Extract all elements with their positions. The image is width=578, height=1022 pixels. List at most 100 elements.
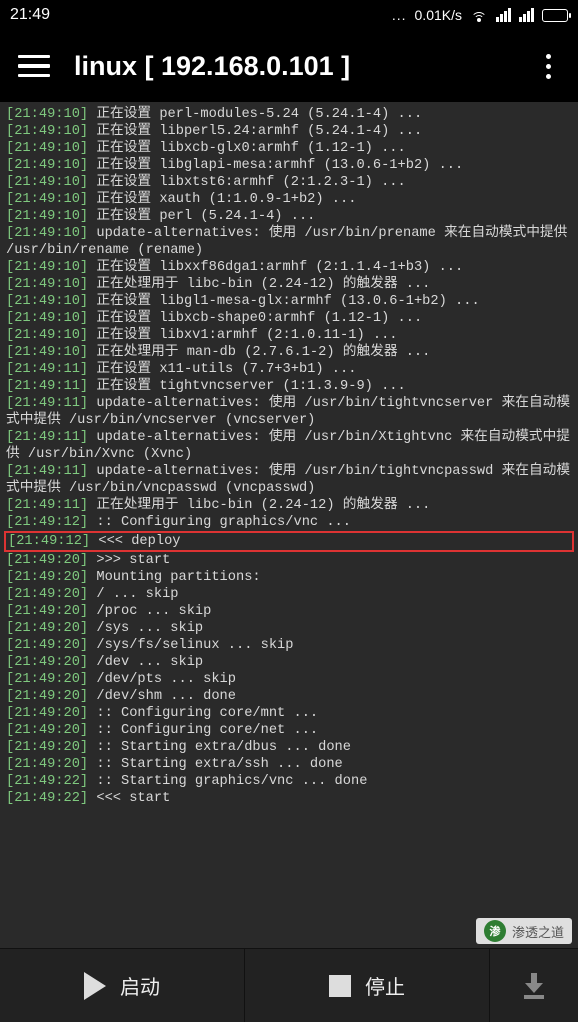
- signal-bars-icon-2: [519, 8, 534, 22]
- log-line: [21:49:20] :: Configuring core/mnt ...: [6, 705, 572, 722]
- log-message: 正在设置 x11-utils (7.7+3+b1) ...: [88, 362, 356, 377]
- log-timestamp: [21:49:10]: [6, 192, 88, 207]
- log-message: Mounting partitions:: [88, 570, 261, 585]
- watermark-label: 渗透之道: [512, 922, 564, 941]
- app-title: linux [ 192.168.0.101 ]: [50, 51, 536, 82]
- log-timestamp: [21:49:11]: [6, 396, 88, 411]
- log-timestamp: [21:49:20]: [6, 689, 88, 704]
- log-timestamp: [21:49:10]: [6, 175, 88, 190]
- log-message: 正在设置 perl-modules-5.24 (5.24.1-4) ...: [88, 107, 422, 122]
- log-line: [21:49:10] 正在设置 libxxf86dga1:armhf (2:1.…: [6, 259, 572, 276]
- log-message: /dev ... skip: [88, 655, 203, 670]
- log-message: :: Starting extra/dbus ... done: [88, 740, 351, 755]
- log-timestamp: [21:49:10]: [6, 328, 88, 343]
- log-line: [21:49:10] 正在设置 xauth (1:1.0.9-1+b2) ...: [6, 191, 572, 208]
- log-timestamp: [21:49:10]: [6, 277, 88, 292]
- log-line: [21:49:10] update-alternatives: 使用 /usr/…: [6, 225, 572, 259]
- watermark-icon: 渗: [484, 920, 506, 942]
- log-message: :: Starting extra/ssh ... done: [88, 757, 343, 772]
- overflow-menu-icon[interactable]: [536, 54, 560, 79]
- log-message: 正在设置 libxcb-shape0:armhf (1.12-1) ...: [88, 311, 422, 326]
- log-timestamp: [21:49:10]: [6, 311, 88, 326]
- log-line: [21:49:20] /sys/fs/selinux ... skip: [6, 637, 572, 654]
- status-dots: ...: [392, 7, 407, 23]
- log-timestamp: [21:49:20]: [6, 604, 88, 619]
- stop-icon: [329, 975, 351, 997]
- log-timestamp: [21:49:10]: [6, 209, 88, 224]
- watermark: 渗 渗透之道: [476, 918, 572, 944]
- log-line: [21:49:10] 正在处理用于 libc-bin (2.24-12) 的触发…: [6, 276, 572, 293]
- log-timestamp: [21:49:10]: [6, 158, 88, 173]
- log-timestamp: [21:49:10]: [6, 345, 88, 360]
- log-message: /sys ... skip: [88, 621, 203, 636]
- log-message: 正在处理用于 libc-bin (2.24-12) 的触发器 ...: [88, 498, 430, 513]
- log-line: [21:49:20] :: Configuring core/net ...: [6, 722, 572, 739]
- log-timestamp: [21:49:10]: [6, 107, 88, 122]
- log-timestamp: [21:49:20]: [6, 740, 88, 755]
- log-timestamp: [21:49:20]: [6, 570, 88, 585]
- log-line: [21:49:20] /proc ... skip: [6, 603, 572, 620]
- log-message: 正在设置 libxv1:armhf (2:1.0.11-1) ...: [88, 328, 397, 343]
- app-header: linux [ 192.168.0.101 ]: [0, 30, 578, 102]
- log-timestamp: [21:49:20]: [6, 723, 88, 738]
- wifi-icon: [470, 8, 488, 22]
- log-timestamp: [21:49:20]: [6, 655, 88, 670]
- log-timestamp: [21:49:11]: [6, 464, 88, 479]
- log-message: <<< deploy: [90, 534, 180, 549]
- log-timestamp: [21:49:10]: [6, 294, 88, 309]
- log-message: <<< start: [88, 791, 170, 806]
- log-line: [21:49:20] >>> start: [6, 552, 572, 569]
- stop-button[interactable]: 停止: [245, 949, 490, 1022]
- log-line: [21:49:11] 正在处理用于 libc-bin (2.24-12) 的触发…: [6, 497, 572, 514]
- log-line: [21:49:11] update-alternatives: 使用 /usr/…: [6, 395, 572, 429]
- start-button[interactable]: 启动: [0, 949, 245, 1022]
- android-status-bar: 21:49 ... 0.01K/s: [0, 0, 578, 30]
- log-line: [21:49:20] / ... skip: [6, 586, 572, 603]
- log-line: [21:49:10] 正在设置 perl (5.24.1-4) ...: [6, 208, 572, 225]
- signal-bars-icon: [496, 8, 511, 22]
- log-line: [21:49:11] 正在设置 tightvncserver (1:1.3.9-…: [6, 378, 572, 395]
- log-message: 正在设置 libxtst6:armhf (2:1.2.3-1) ...: [88, 175, 406, 190]
- status-time: 21:49: [10, 6, 50, 24]
- download-button[interactable]: [490, 949, 578, 1022]
- log-message: update-alternatives: 使用 /usr/bin/Xtightv…: [6, 430, 570, 462]
- bottom-toolbar: 启动 停止: [0, 948, 578, 1022]
- log-line: [21:49:10] 正在设置 libxcb-shape0:armhf (1.1…: [6, 310, 572, 327]
- log-line: [21:49:22] <<< start: [6, 790, 572, 807]
- log-timestamp: [21:49:22]: [6, 791, 88, 806]
- log-message: 正在设置 libperl5.24:armhf (5.24.1-4) ...: [88, 124, 422, 139]
- log-line: [21:49:11] 正在设置 x11-utils (7.7+3+b1) ...: [6, 361, 572, 378]
- status-icons: ... 0.01K/s: [50, 7, 568, 23]
- log-timestamp: [21:49:20]: [6, 757, 88, 772]
- log-message: >>> start: [88, 553, 170, 568]
- log-line: [21:49:10] 正在设置 libxcb-glx0:armhf (1.12-…: [6, 140, 572, 157]
- log-message: 正在设置 tightvncserver (1:1.3.9-9) ...: [88, 379, 406, 394]
- terminal-output[interactable]: [21:49:10] 正在设置 perl-modules-5.24 (5.24.…: [0, 102, 578, 948]
- battery-icon: [542, 9, 568, 22]
- log-message: :: Configuring graphics/vnc ...: [88, 515, 351, 530]
- log-message: :: Starting graphics/vnc ... done: [88, 774, 367, 789]
- log-timestamp: [21:49:20]: [6, 553, 88, 568]
- log-line: [21:49:10] 正在设置 libxtst6:armhf (2:1.2.3-…: [6, 174, 572, 191]
- log-timestamp: [21:49:10]: [6, 124, 88, 139]
- play-icon: [84, 972, 106, 1000]
- log-line: [21:49:12] :: Configuring graphics/vnc .…: [6, 514, 572, 531]
- log-message: 正在处理用于 man-db (2.7.6.1-2) 的触发器 ...: [88, 345, 430, 360]
- hamburger-menu-icon[interactable]: [18, 55, 50, 78]
- log-timestamp: [21:49:12]: [8, 534, 90, 549]
- log-line: [21:49:20] :: Starting extra/dbus ... do…: [6, 739, 572, 756]
- log-timestamp: [21:49:12]: [6, 515, 88, 530]
- log-timestamp: [21:49:20]: [6, 706, 88, 721]
- network-speed: 0.01K/s: [415, 7, 462, 23]
- log-message: update-alternatives: 使用 /usr/bin/tightvn…: [6, 464, 570, 496]
- log-timestamp: [21:49:20]: [6, 672, 88, 687]
- log-timestamp: [21:49:11]: [6, 498, 88, 513]
- log-line: [21:49:10] 正在设置 perl-modules-5.24 (5.24.…: [6, 106, 572, 123]
- log-message: update-alternatives: 使用 /usr/bin/prename…: [6, 226, 575, 258]
- log-message: :: Configuring core/net ...: [88, 723, 318, 738]
- log-timestamp: [21:49:11]: [6, 362, 88, 377]
- log-timestamp: [21:49:20]: [6, 638, 88, 653]
- log-line: [21:49:22] :: Starting graphics/vnc ... …: [6, 773, 572, 790]
- log-message: /dev/shm ... done: [88, 689, 236, 704]
- log-message: /sys/fs/selinux ... skip: [88, 638, 293, 653]
